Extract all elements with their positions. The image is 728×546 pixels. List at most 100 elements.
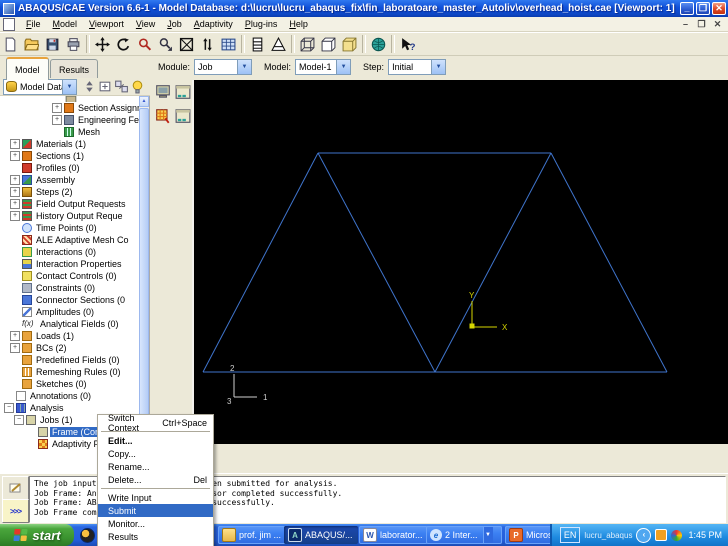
start-button[interactable]: start: [0, 524, 74, 546]
wireframe-box-icon[interactable]: [297, 34, 318, 54]
adaptivity-manager-icon[interactable]: [174, 108, 192, 125]
tree-item-loads[interactable]: +Loads (1): [0, 330, 149, 342]
tree-item-interactions[interactable]: Interactions (0): [0, 246, 149, 258]
print-icon[interactable]: [63, 34, 84, 54]
close-button[interactable]: ✕: [712, 2, 726, 15]
tree-item-mesh[interactable]: Mesh: [0, 126, 149, 138]
mdi-restore-button[interactable]: ❐: [695, 19, 708, 30]
group-chevron-icon[interactable]: ▼: [483, 527, 493, 543]
menu-item-results[interactable]: Results: [98, 530, 213, 543]
quick-launch-icon[interactable]: [80, 528, 95, 543]
expand-icon[interactable]: +: [10, 211, 20, 221]
chevron-down-icon[interactable]: ▼: [336, 60, 350, 74]
taskbar-button-ie[interactable]: e2 Inter...▼: [426, 526, 502, 544]
tree-item-sections[interactable]: +Sections (1): [0, 150, 149, 162]
expand-icon[interactable]: +: [10, 343, 20, 353]
menu-help[interactable]: Help: [283, 18, 314, 30]
cone-icon[interactable]: [268, 34, 289, 54]
tree-item-engineering-features[interactable]: +Engineering Fea: [0, 114, 149, 126]
expand-icon[interactable]: +: [52, 103, 62, 113]
query-stack-icon[interactable]: [247, 34, 268, 54]
views-grid-icon[interactable]: [218, 34, 239, 54]
chevron-down-icon[interactable]: ▼: [237, 60, 251, 74]
scroll-up-icon[interactable]: ▲: [139, 96, 149, 107]
chevron-down-icon[interactable]: ▼: [431, 60, 445, 74]
tree-item-analytical-fields[interactable]: f(x)Analytical Fields (0): [0, 318, 149, 330]
pan-icon[interactable]: [92, 34, 113, 54]
restore-button[interactable]: ❐: [696, 2, 710, 15]
tree-item-amplitudes[interactable]: Amplitudes (0): [0, 306, 149, 318]
fit-icon[interactable]: [176, 34, 197, 54]
hide-icons-chevron-icon[interactable]: ‹: [636, 528, 651, 543]
chevron-down-icon[interactable]: ▼: [62, 80, 76, 94]
menu-item-copy[interactable]: Copy...: [98, 447, 213, 460]
rotate-icon[interactable]: [113, 34, 134, 54]
viewport-canvas[interactable]: Y X 2 1 3: [192, 80, 728, 444]
expand-all-icon[interactable]: [97, 80, 113, 94]
filter-icon[interactable]: [113, 80, 129, 94]
tree-item-bcs[interactable]: +BCs (2): [0, 342, 149, 354]
tab-model[interactable]: Model: [6, 57, 49, 80]
menu-viewport[interactable]: Viewport: [83, 18, 130, 30]
tree-database-select[interactable]: Model Datab ▼: [3, 79, 77, 95]
tree-item-ale[interactable]: ALE Adaptive Mesh Co: [0, 234, 149, 246]
message-area-button[interactable]: [2, 476, 29, 500]
job-manager-icon[interactable]: [174, 84, 192, 101]
tree-item-interaction-properties[interactable]: Interaction Properties: [0, 258, 149, 270]
open-icon[interactable]: [21, 34, 42, 54]
tree-item-time-points[interactable]: Time Points (0): [0, 222, 149, 234]
scrollbar-thumb[interactable]: [139, 108, 149, 448]
menu-item-edit[interactable]: Edit...: [98, 434, 213, 447]
shaded-box-icon[interactable]: [339, 34, 360, 54]
taskbar-button-abaqus[interactable]: AABAQUS/...: [284, 526, 358, 544]
tree-item-remeshing[interactable]: Remeshing Rules (0): [0, 366, 149, 378]
expand-icon[interactable]: +: [10, 139, 20, 149]
menu-model[interactable]: Model: [47, 18, 84, 30]
mdi-minimize-button[interactable]: –: [679, 19, 692, 30]
cycle-views-icon[interactable]: [197, 34, 218, 54]
tree-item-profiles[interactable]: Profiles (0): [0, 162, 149, 174]
expand-icon[interactable]: +: [10, 331, 20, 341]
menu-item-submit[interactable]: Submit: [98, 504, 213, 517]
expand-icon[interactable]: +: [10, 199, 20, 209]
save-icon[interactable]: [42, 34, 63, 54]
tree-item-steps[interactable]: +Steps (2): [0, 186, 149, 198]
render-sphere-icon[interactable]: [368, 34, 389, 54]
expand-icon[interactable]: +: [10, 175, 20, 185]
menu-file[interactable]: File: [20, 18, 47, 30]
hiddenline-box-icon[interactable]: [318, 34, 339, 54]
minimize-button[interactable]: _: [680, 2, 694, 15]
expand-icon[interactable]: +: [52, 115, 62, 125]
model-select[interactable]: Model-1 ▼: [295, 59, 351, 75]
tree-item-sketches[interactable]: Sketches (0): [0, 378, 149, 390]
context-help-icon[interactable]: ?: [397, 34, 418, 54]
menu-job[interactable]: Job: [161, 18, 188, 30]
tree-item-connector-sections[interactable]: Connector Sections (0: [0, 294, 149, 306]
expand-icon[interactable]: +: [10, 187, 20, 197]
menu-item-write-input[interactable]: Write Input: [98, 491, 213, 504]
collapse-icon[interactable]: −: [4, 403, 14, 413]
create-job-icon[interactable]: [154, 84, 172, 101]
taskbar-button-word-doc[interactable]: Wlaborator...: [359, 526, 428, 544]
zoom-box-icon[interactable]: [155, 34, 176, 54]
menu-item-delete[interactable]: Delete...Del: [98, 473, 213, 486]
command-line-button[interactable]: >>>: [2, 499, 29, 523]
tree-item-history-output[interactable]: +History Output Reque: [0, 210, 149, 222]
mdi-close-button[interactable]: ✕: [711, 19, 724, 30]
menu-item-monitor[interactable]: Monitor...: [98, 517, 213, 530]
tray-pinwheel-icon[interactable]: [671, 530, 682, 541]
expand-icon[interactable]: +: [10, 151, 20, 161]
spin-arrows-icon[interactable]: [81, 80, 97, 94]
tree-item-assembly[interactable]: +Assembly: [0, 174, 149, 186]
menu-view[interactable]: View: [130, 18, 161, 30]
create-adaptivity-icon[interactable]: [154, 108, 172, 125]
tree-item-materials[interactable]: +Materials (1): [0, 138, 149, 150]
menu-adaptivity[interactable]: Adaptivity: [188, 18, 239, 30]
tree-item-annotations[interactable]: Annotations (0): [0, 390, 149, 402]
step-select[interactable]: Initial ▼: [388, 59, 446, 75]
tree-item-section-assignments[interactable]: +Section Assignm: [0, 102, 149, 114]
tree-item-constraints[interactable]: Constraints (0): [0, 282, 149, 294]
language-indicator[interactable]: EN: [560, 527, 581, 543]
tree-item-field-output[interactable]: +Field Output Requests: [0, 198, 149, 210]
magnify-icon[interactable]: [134, 34, 155, 54]
